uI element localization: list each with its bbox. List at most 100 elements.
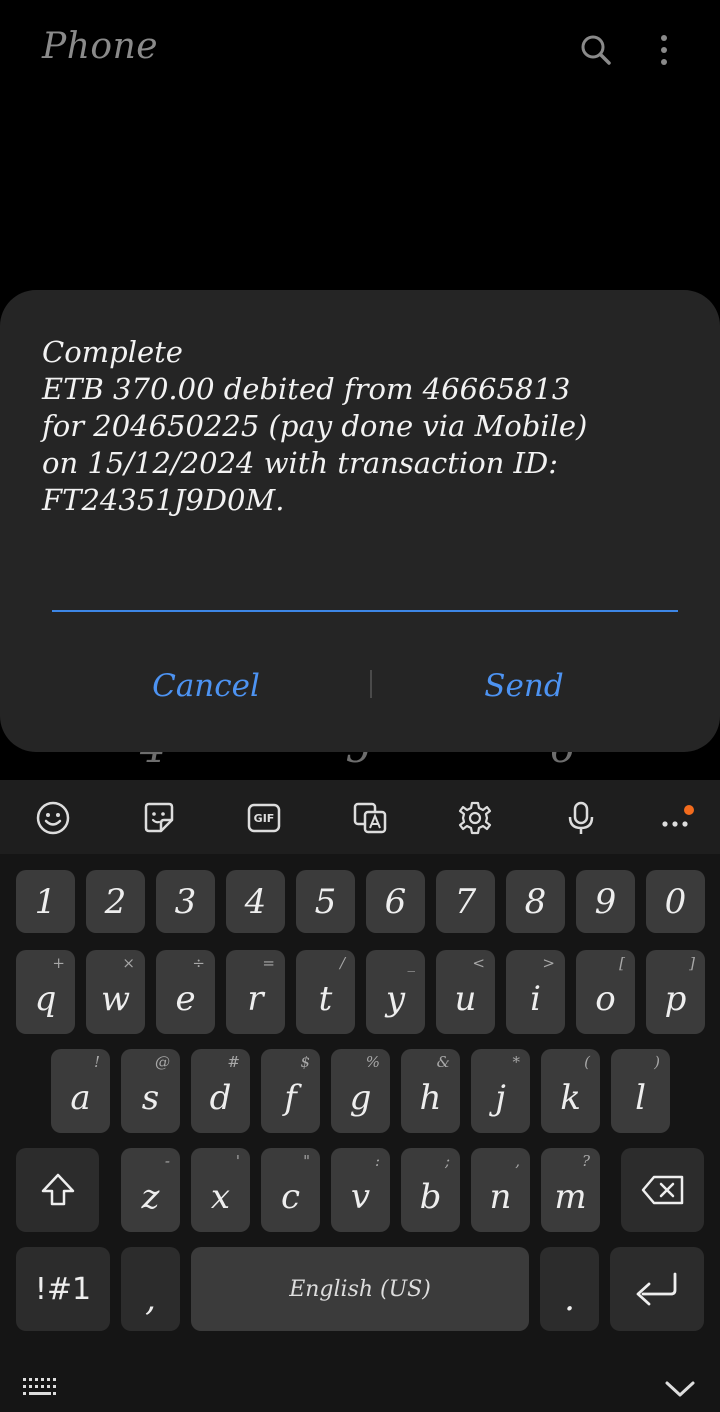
keyboard-switch-button[interactable]: [22, 1376, 58, 1404]
letter-key[interactable]: / t: [296, 950, 355, 1034]
key-label: m: [554, 1177, 587, 1217]
gif-button[interactable]: GIF: [240, 794, 288, 842]
key-secondary-label: =: [262, 954, 275, 972]
key-secondary-label: ,: [515, 1152, 520, 1170]
text-input-underline[interactable]: [52, 610, 678, 612]
number-key[interactable]: 6: [366, 870, 425, 933]
letter-key[interactable]: [o: [576, 950, 635, 1034]
sticker-icon: [144, 802, 174, 833]
key-label: r: [247, 979, 264, 1019]
number-key[interactable]: 5: [296, 870, 355, 933]
letter-key[interactable]: × w: [86, 950, 145, 1034]
key-secondary-label: _: [407, 954, 416, 972]
key-secondary-label: $: [300, 1053, 310, 1071]
more-tools-button[interactable]: [653, 794, 701, 842]
space-key[interactable]: English (US): [191, 1247, 529, 1331]
app-bar: Phone: [0, 0, 720, 100]
key-label: t: [318, 979, 333, 1019]
letter-key[interactable]: < u: [436, 950, 495, 1034]
letter-key[interactable]: # d: [191, 1049, 250, 1133]
key-label: g: [349, 1078, 372, 1118]
translate-button[interactable]: [346, 794, 394, 842]
gear-icon: [458, 801, 492, 835]
key-label: 0: [664, 881, 687, 922]
sticker-button[interactable]: [135, 794, 183, 842]
backspace-key[interactable]: [621, 1148, 704, 1232]
key-label: 2: [104, 881, 127, 922]
letter-key[interactable]: * j: [471, 1049, 530, 1133]
cancel-button[interactable]: Cancel: [110, 662, 302, 710]
send-button[interactable]: Send: [428, 662, 620, 710]
letter-key[interactable]: ,n: [471, 1148, 530, 1232]
key-label: 1: [34, 881, 57, 922]
letter-key[interactable]: = r: [226, 950, 285, 1034]
key-label: 9: [594, 881, 617, 922]
keyboard: GIF !#1 , English (US) . 1 2 3 4 5 6 7 8…: [0, 780, 720, 1412]
number-key[interactable]: 3: [156, 870, 215, 933]
period-key[interactable]: .: [540, 1247, 599, 1331]
comma-key[interactable]: ,: [121, 1247, 180, 1331]
letter-key[interactable]: " c: [261, 1148, 320, 1232]
letter-key[interactable]: (k: [541, 1049, 600, 1133]
number-key[interactable]: 7: [436, 870, 495, 933]
key-label: z: [141, 1177, 160, 1217]
letter-key[interactable]: ) l: [611, 1049, 670, 1133]
search-icon: [581, 35, 611, 65]
key-secondary-label: @: [155, 1053, 170, 1071]
letter-key[interactable]: $ f: [261, 1049, 320, 1133]
letter-key[interactable]: + q: [16, 950, 75, 1034]
letter-key[interactable]: ' x: [191, 1148, 250, 1232]
chevron-down-icon: [665, 1381, 695, 1397]
letter-key[interactable]: ; b: [401, 1148, 460, 1232]
key-label: u: [454, 979, 477, 1019]
letter-key[interactable]: & h: [401, 1049, 460, 1133]
letter-key[interactable]: > i: [506, 950, 565, 1034]
key-label: v: [350, 1177, 371, 1217]
key-label: 6: [384, 881, 407, 922]
enter-key[interactable]: [610, 1247, 704, 1331]
keyboard-bottom-bar: [0, 1372, 720, 1412]
symbols-key[interactable]: !#1: [16, 1247, 110, 1331]
number-key[interactable]: 2: [86, 870, 145, 933]
letter-key[interactable]: ! a: [51, 1049, 110, 1133]
key-secondary-label: :: [374, 1152, 380, 1170]
search-button[interactable]: [574, 28, 618, 72]
keyboard-toolbar: GIF: [0, 780, 720, 854]
key-secondary-label: [: [619, 954, 625, 972]
letter-key[interactable]: ? m: [541, 1148, 600, 1232]
voice-input-button[interactable]: [557, 794, 605, 842]
number-key[interactable]: 1: [16, 870, 75, 933]
more-horizontal-icon: [662, 805, 694, 827]
number-key[interactable]: 0: [646, 870, 705, 933]
number-key[interactable]: 9: [576, 870, 635, 933]
more-options-button[interactable]: [642, 28, 686, 72]
comma-key-label: ,: [145, 1279, 156, 1319]
letter-key[interactable]: % g: [331, 1049, 390, 1133]
notification-dot: [684, 805, 694, 815]
number-key[interactable]: 8: [506, 870, 565, 933]
key-label: p: [664, 979, 687, 1019]
number-key[interactable]: 4: [226, 870, 285, 933]
key-label: i: [530, 979, 541, 1019]
letter-key[interactable]: _ y: [366, 950, 425, 1034]
key-label: b: [419, 1177, 442, 1217]
letter-key[interactable]: -z: [121, 1148, 180, 1232]
letter-key[interactable]: :v: [331, 1148, 390, 1232]
key-label: l: [635, 1078, 646, 1118]
key-secondary-label: <: [472, 954, 485, 972]
letter-key[interactable]: ÷ e: [156, 950, 215, 1034]
emoji-button[interactable]: [29, 794, 77, 842]
key-secondary-label: ÷: [192, 954, 205, 972]
letter-key[interactable]: @ s: [121, 1049, 180, 1133]
key-secondary-label: (: [584, 1053, 590, 1071]
letter-key[interactable]: ] p: [646, 950, 705, 1034]
message-text[interactable]: Complete ETB 370.00 debited from 4666581…: [42, 334, 682, 519]
hide-keyboard-button[interactable]: [664, 1378, 696, 1404]
key-label: 4: [244, 881, 267, 922]
key-secondary-label: %: [365, 1053, 380, 1071]
translate-icon: [353, 802, 387, 834]
settings-button[interactable]: [451, 794, 499, 842]
shift-key[interactable]: [16, 1148, 99, 1232]
key-label: q: [34, 979, 57, 1019]
key-secondary-label: >: [542, 954, 555, 972]
